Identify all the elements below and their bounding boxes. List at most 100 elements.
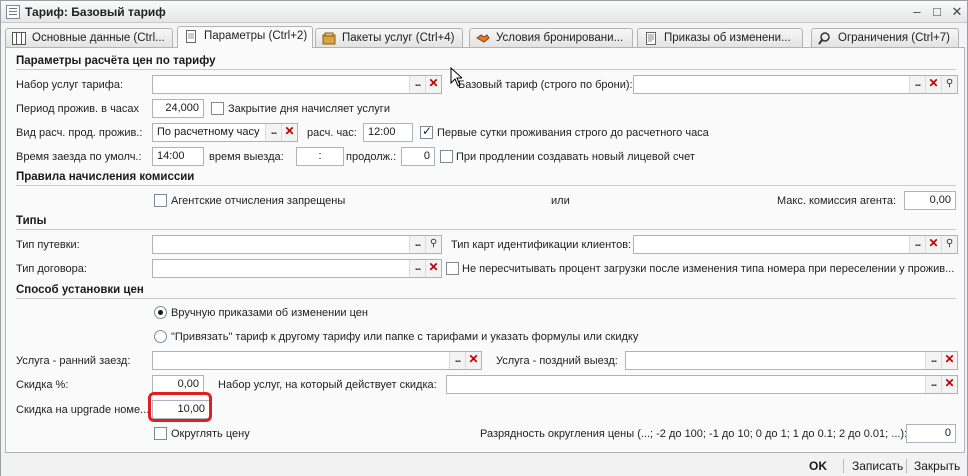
divider [16, 69, 956, 70]
section-types: Типы [16, 215, 47, 227]
select-button[interactable]: ... [925, 352, 941, 369]
select-button[interactable]: ... [909, 236, 925, 253]
close-day-label: Закрытие дня начисляет услуги [228, 103, 390, 115]
or-label: или [551, 195, 570, 207]
late-checkout-field[interactable]: ... ✕ [625, 351, 958, 370]
period-label: Период прожив. в часах [16, 103, 140, 115]
separator [906, 459, 907, 473]
app-icon [6, 5, 20, 19]
checkin-label: Время заезда по умолч.: [16, 151, 142, 163]
table-icon [12, 32, 26, 45]
search-icon[interactable]: ⚲ [941, 236, 957, 253]
tab-restrictions[interactable]: Ограничения (Ctrl+7) [811, 28, 959, 48]
round-price-checkbox[interactable] [154, 427, 167, 440]
round-digits-label: Разрядность округления цены (...; -2 до … [480, 428, 908, 440]
upgrade-discount-label: Скидка на upgrade номе... [16, 404, 150, 416]
checkout-field[interactable]: : [296, 147, 344, 166]
mouse-cursor-icon [450, 67, 462, 87]
close-window-button[interactable]: ✕ [949, 4, 965, 20]
trip-type-field[interactable]: ... ⚲ [152, 235, 442, 254]
first-day-checkbox[interactable] [420, 124, 433, 139]
clear-icon[interactable]: ✕ [925, 76, 941, 93]
clear-icon[interactable]: ✕ [941, 352, 957, 369]
divider [16, 229, 956, 230]
calc-kind-field[interactable]: По расчетному часу ... ✕ [152, 123, 298, 142]
calc-hour-field[interactable]: 12:00 [363, 123, 413, 142]
early-checkin-field[interactable]: ... ✕ [152, 351, 482, 370]
ok-button[interactable]: OK [809, 459, 827, 473]
discount-services-field[interactable]: ... ✕ [446, 375, 958, 394]
extension-field[interactable]: 0 [401, 147, 435, 166]
select-button[interactable]: ... [925, 376, 941, 393]
base-tariff-label: Базовый тариф (строго по брони): [458, 79, 633, 91]
select-button[interactable]: ... [409, 236, 425, 253]
period-field[interactable]: 24,000 [152, 99, 204, 118]
select-button[interactable]: ... [449, 352, 465, 369]
card-type-field[interactable]: ... ✕ ⚲ [633, 235, 958, 254]
extension-label: продолж.: [346, 151, 397, 163]
new-account-checkbox[interactable] [440, 150, 453, 163]
maximize-button[interactable]: □ [929, 4, 945, 20]
select-button[interactable]: ... [909, 76, 925, 93]
late-checkout-label: Услуга - поздний выезд: [496, 355, 618, 367]
services-label: Набор услуг тарифа: [16, 79, 124, 91]
tab-label: Ограничения (Ctrl+7) [838, 32, 950, 44]
clear-icon[interactable]: ✕ [425, 260, 441, 277]
agent-forbidden-checkbox[interactable] [154, 194, 167, 207]
divider [16, 185, 956, 186]
select-button[interactable]: ... [265, 124, 281, 141]
tariff-window: Тариф: Базовый тариф ‒ □ ✕ Основные данн… [0, 0, 968, 476]
agent-forbidden-label: Агентские отчисления запрещены [171, 195, 346, 207]
manual-pricing-radio[interactable] [154, 306, 167, 319]
clear-icon[interactable]: ✕ [425, 76, 441, 93]
max-commission-label: Макс. комиссия агента: [777, 195, 897, 207]
search-icon [818, 32, 830, 45]
select-button[interactable]: ... [409, 260, 425, 277]
save-button[interactable]: Записать [852, 459, 903, 473]
tab-main-data[interactable]: Основные данные (Ctrl... [5, 28, 173, 48]
bind-tariff-label: "Привязать" тариф к другому тарифу или п… [171, 331, 639, 343]
tab-parameters[interactable]: Параметры (Ctrl+2) [177, 26, 313, 48]
section-pricing-method: Способ установки цен [16, 284, 144, 296]
tab-bar: Основные данные (Ctrl... Параметры (Ctrl… [5, 26, 965, 48]
card-type-label: Тип карт идентификации клиентов: [451, 239, 632, 251]
max-commission-field[interactable]: 0,00 [904, 191, 956, 210]
checkout-label: время выезда: [209, 151, 284, 163]
no-recalc-checkbox[interactable] [446, 262, 459, 275]
close-button[interactable]: Закрыть [914, 459, 960, 473]
select-button[interactable]: ... [409, 76, 425, 93]
clear-icon[interactable]: ✕ [941, 376, 957, 393]
search-icon[interactable]: ⚲ [425, 236, 441, 253]
calc-kind-label: Вид расч. прод. прожив.: [16, 127, 143, 139]
search-icon[interactable]: ⚲ [941, 76, 957, 93]
parameters-panel: Параметры расчёта цен по тарифу Набор ус… [5, 47, 965, 453]
section-price-params: Параметры расчёта цен по тарифу [16, 55, 216, 67]
tab-booking-conditions[interactable]: Условия бронировани... [469, 28, 633, 48]
clear-icon[interactable]: ✕ [925, 236, 941, 253]
manual-pricing-label: Вручную приказами об изменении цен [171, 307, 368, 319]
first-day-label: Первые сутки проживания строго до расчет… [437, 127, 709, 139]
trip-type-label: Тип путевки: [16, 239, 80, 251]
document-icon [186, 30, 196, 43]
contract-type-field[interactable]: ... ✕ [152, 259, 442, 278]
checkin-field[interactable]: 14:00 [152, 147, 204, 166]
tab-label: Приказы об изменени... [664, 32, 791, 44]
title-bar: Тариф: Базовый тариф ‒ □ ✕ [1, 1, 967, 23]
divider [16, 298, 956, 299]
services-field[interactable]: ... ✕ [152, 75, 442, 94]
tab-price-orders[interactable]: Приказы об изменени... [637, 28, 803, 48]
separator [843, 459, 844, 473]
round-digits-field[interactable]: 0 [906, 424, 956, 443]
tab-service-packages[interactable]: Пакеты услуг (Ctrl+4) [315, 28, 463, 48]
minimize-button[interactable]: ‒ [909, 4, 925, 20]
base-tariff-field[interactable]: ... ✕ ⚲ [633, 75, 958, 94]
bind-tariff-radio[interactable] [154, 330, 167, 343]
highlight-box [148, 392, 212, 422]
round-price-label: Округлять цену [171, 428, 250, 440]
command-bar: OK Записать Закрыть [1, 453, 967, 476]
early-checkin-label: Услуга - ранний заезд: [16, 355, 131, 367]
new-account-label: При продлении создавать новый лицевой сч… [456, 151, 695, 163]
clear-icon[interactable]: ✕ [465, 352, 481, 369]
clear-icon[interactable]: ✕ [281, 124, 297, 141]
close-day-checkbox[interactable] [211, 102, 224, 115]
